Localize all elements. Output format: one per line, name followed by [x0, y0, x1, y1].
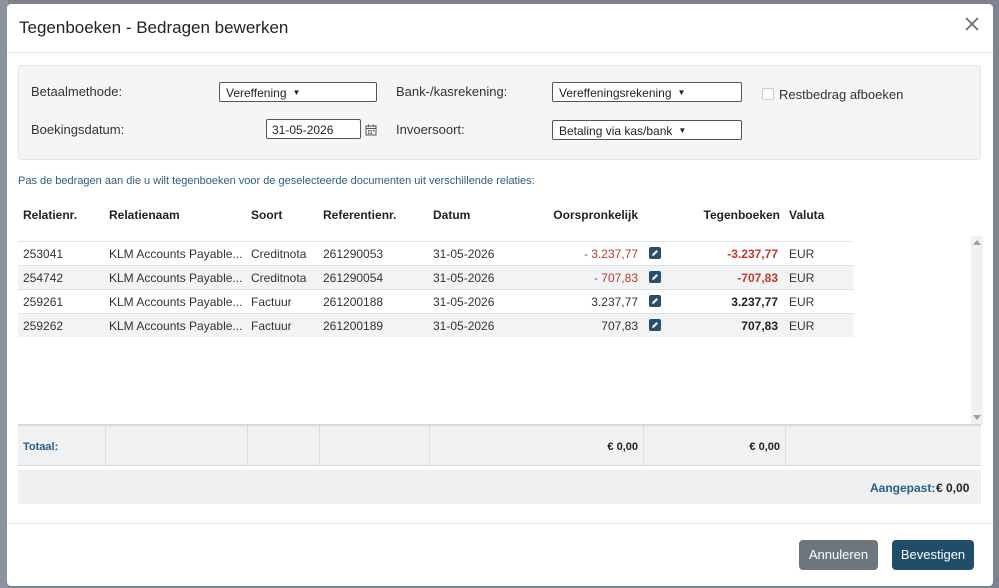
- edit-icon[interactable]: [649, 319, 661, 331]
- cell-reference: 261200189: [323, 319, 384, 333]
- total-divider: [247, 426, 248, 466]
- edit-icon[interactable]: [649, 247, 661, 259]
- totals-bar: Totaal: € 0,00 € 0,00: [18, 424, 981, 466]
- write-off-label: Restbedrag afboeken: [779, 87, 904, 102]
- cell-offset[interactable]: -707,83: [678, 271, 778, 285]
- bank-account-value: Vereffeningsrekening: [559, 86, 672, 100]
- cell-relation-name: KLM Accounts Payable...: [109, 247, 243, 261]
- bank-account-label: Bank-/kasrekening:: [396, 84, 508, 99]
- dialog-footer: Annuleren Bevestigen: [7, 523, 993, 586]
- header-currency[interactable]: Valuta: [789, 208, 824, 222]
- totals-label: Totaal:: [23, 441, 59, 453]
- cell-type: Creditnota: [251, 271, 307, 285]
- total-divider: [785, 426, 786, 466]
- cell-offset[interactable]: 3.237,77: [678, 295, 778, 309]
- header-original[interactable]: Oorspronkelijk: [548, 208, 638, 222]
- booking-date-input[interactable]: 31-05-2026: [266, 119, 361, 139]
- cell-reference: 261290054: [323, 271, 384, 285]
- cell-type: Creditnota: [251, 247, 307, 261]
- write-off-checkbox[interactable]: [762, 88, 774, 100]
- cell-relation-no: 254742: [23, 271, 64, 285]
- cell-original: 3.237,77: [591, 295, 638, 309]
- adjusted-label: Aangepast:: [870, 481, 936, 495]
- entry-type-label: Invoersoort:: [396, 122, 465, 137]
- cell-relation-name: KLM Accounts Payable...: [109, 271, 243, 285]
- booking-date-label: Boekingsdatum:: [31, 122, 125, 137]
- cell-original: 707,83: [601, 319, 638, 333]
- cell-relation-no: 259262: [23, 319, 64, 333]
- cell-date: 31-05-2026: [433, 295, 495, 309]
- cell-date: 31-05-2026: [433, 247, 495, 261]
- table-row[interactable]: 254742 KLM Accounts Payable... Creditnota 2…: [18, 265, 853, 289]
- payment-method-label: Betaalmethode:: [31, 84, 123, 99]
- dialog-header: Tegenboeken - Bedragen bewerken: [7, 4, 993, 53]
- header-reference[interactable]: Referentienr.: [323, 208, 396, 222]
- scroll-up-icon[interactable]: [973, 240, 981, 245]
- grid-scrollbar[interactable]: [971, 236, 983, 424]
- close-icon[interactable]: [961, 13, 983, 35]
- adjusted-bar: Aangepast: € 0,00: [18, 470, 981, 504]
- cell-relation-no: 253041: [23, 247, 64, 261]
- cell-reference: 261290053: [323, 247, 384, 261]
- cell-currency: EUR: [789, 247, 815, 261]
- offset-dialog: Tegenboeken - Bedragen bewerken Betaalme…: [7, 4, 993, 586]
- cell-date: 31-05-2026: [433, 271, 495, 285]
- header-relation-name[interactable]: Relatienaam: [109, 208, 180, 222]
- payment-method-value: Vereffening: [226, 86, 287, 100]
- edit-icon[interactable]: [649, 295, 661, 307]
- cell-original: - 707,83: [593, 271, 638, 285]
- cell-offset[interactable]: 707,83: [678, 319, 778, 333]
- documents-grid: 253041 KLM Accounts Payable... Creditnota 2…: [18, 236, 983, 424]
- cell-currency: EUR: [789, 295, 815, 309]
- chevron-down-icon: ▼: [678, 126, 687, 135]
- instruction-text: Pas de bedragen aan die u wilt tegenboek…: [18, 175, 535, 187]
- cell-type: Factuur: [251, 319, 292, 333]
- cell-relation-name: KLM Accounts Payable...: [109, 295, 243, 309]
- chevron-down-icon: ▼: [677, 88, 686, 97]
- cell-relation-no: 259261: [23, 295, 64, 309]
- dialog-title: Tegenboeken - Bedragen bewerken: [19, 18, 289, 37]
- cell-type: Factuur: [251, 295, 292, 309]
- scroll-down-icon[interactable]: [973, 415, 981, 420]
- cell-date: 31-05-2026: [433, 319, 495, 333]
- header-offset[interactable]: Tegenboeken: [687, 208, 780, 222]
- total-original: € 0,00: [607, 441, 638, 453]
- header-type[interactable]: Soort: [251, 208, 282, 222]
- bank-account-select[interactable]: Vereffeningsrekening ▼: [552, 82, 742, 102]
- total-offset: € 0,00: [749, 441, 780, 453]
- cell-currency: EUR: [789, 271, 815, 285]
- adjusted-value: € 0,00: [936, 481, 970, 495]
- cell-currency: EUR: [789, 319, 815, 333]
- total-divider: [429, 426, 430, 466]
- edit-icon[interactable]: [649, 271, 661, 283]
- total-divider: [643, 426, 644, 466]
- total-divider: [105, 426, 106, 466]
- cell-offset[interactable]: -3.237,77: [678, 247, 778, 261]
- payment-method-select[interactable]: Vereffening ▼: [219, 82, 377, 102]
- chevron-down-icon: ▼: [292, 88, 301, 97]
- calendar-icon[interactable]: [365, 124, 377, 136]
- header-date[interactable]: Datum: [433, 208, 470, 222]
- table-row[interactable]: 259262 KLM Accounts Payable... Factuur 2612…: [18, 313, 853, 337]
- cell-relation-name: KLM Accounts Payable...: [109, 319, 243, 333]
- table-row[interactable]: 253041 KLM Accounts Payable... Creditnota 2…: [18, 241, 853, 265]
- cancel-button[interactable]: Annuleren: [799, 540, 878, 570]
- entry-type-select[interactable]: Betaling via kas/bank ▼: [552, 120, 742, 140]
- cell-original: - 3.237,77: [583, 247, 638, 261]
- table-row[interactable]: 259261 KLM Accounts Payable... Factuur 2612…: [18, 289, 853, 313]
- booking-form-panel: Betaalmethode: Vereffening ▼ Bank-/kasrek…: [18, 65, 981, 160]
- confirm-button[interactable]: Bevestigen: [892, 540, 974, 570]
- cell-reference: 261200188: [323, 295, 384, 309]
- entry-type-value: Betaling via kas/bank: [559, 124, 673, 138]
- header-relation-no[interactable]: Relatienr.: [23, 208, 77, 222]
- total-divider: [319, 426, 320, 466]
